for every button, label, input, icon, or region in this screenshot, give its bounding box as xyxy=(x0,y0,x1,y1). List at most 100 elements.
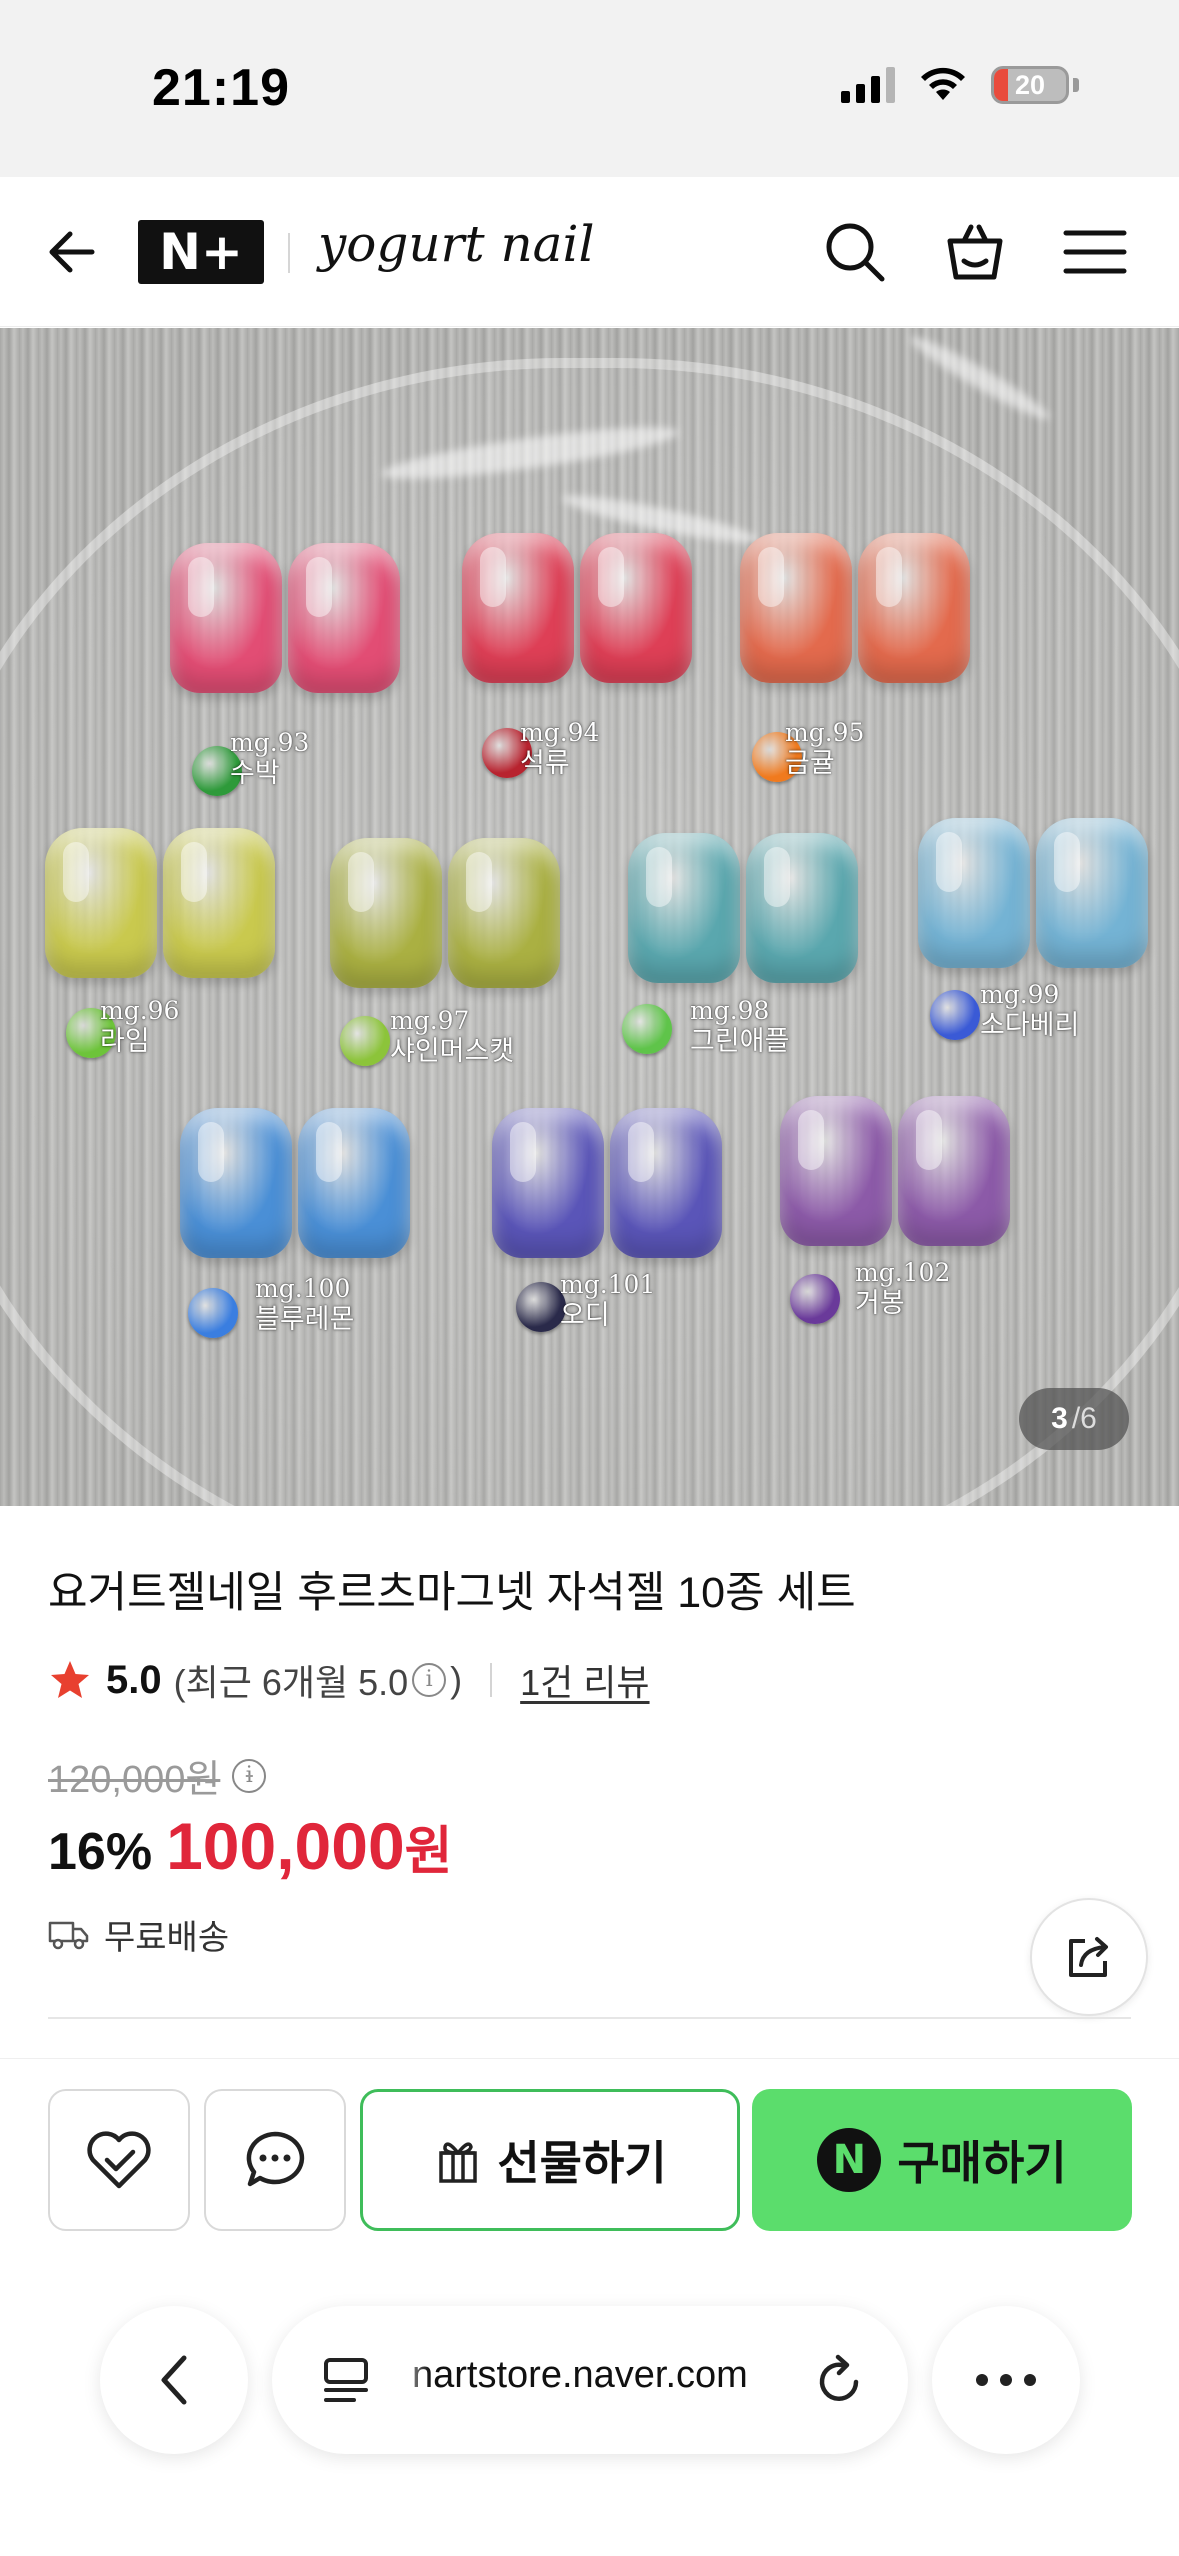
chat-bubble-icon xyxy=(246,2131,305,2187)
swatch-label: mg.99 소다베리 xyxy=(980,980,1079,1040)
heart-check-icon xyxy=(87,2131,151,2189)
swatch-code: mg.93 xyxy=(230,728,310,757)
sale-price: 100,000 xyxy=(166,1809,405,1883)
nail-tip xyxy=(180,1108,292,1258)
glass-shine xyxy=(905,329,1055,427)
delivery-text: 무료배송 xyxy=(104,1919,230,1957)
url-text: nartstore.naver.com xyxy=(412,2354,748,2396)
back-arrow-icon[interactable] xyxy=(40,219,106,285)
wifi-icon xyxy=(921,67,965,100)
swatch-name: 블루레몬 xyxy=(255,1304,355,1334)
review-link[interactable]: 1건 리뷰 xyxy=(520,1654,649,1706)
swatch-code: mg.95 xyxy=(785,718,865,747)
naver-plus-logo[interactable]: N+ xyxy=(138,220,264,284)
nail-tip xyxy=(462,533,574,683)
swatch-name: 라임 xyxy=(100,1026,150,1056)
swatch-label: mg.98 그린애플 xyxy=(690,996,789,1056)
buy-button[interactable]: N 구매하기 xyxy=(752,2089,1132,2231)
swatch-code: mg.99 xyxy=(980,980,1060,1009)
browser-more-button[interactable] xyxy=(932,2306,1080,2454)
product-image-carousel[interactable]: mg.93 수박 mg.94 석류 mg.95 금귤 mg.96 라임 mg.97 샤인머스캣 mg… xyxy=(0,328,1179,1506)
swatch-name: 수박 xyxy=(230,758,280,788)
swatch-name: 금귤 xyxy=(785,748,835,778)
fruit-icon xyxy=(516,1282,566,1332)
gift-button[interactable]: 선물하기 xyxy=(360,2089,740,2231)
reload-icon[interactable] xyxy=(812,2352,868,2408)
swatch-name: 소다베리 xyxy=(980,1010,1080,1040)
nail-tip xyxy=(163,828,275,978)
status-bar: 21:19 20 xyxy=(0,0,1179,177)
nail-tip xyxy=(288,543,400,693)
gift-icon xyxy=(439,2142,478,2183)
fruit-icon xyxy=(622,1004,672,1054)
rating-row: 5.0 (최근 6개월 5.0 i ) 1건 리뷰 xyxy=(48,1655,650,1705)
fruit-icon xyxy=(790,1274,840,1324)
swatch-name: 석류 xyxy=(520,748,570,778)
page-menu-icon[interactable] xyxy=(320,2354,372,2406)
nail-tip xyxy=(580,533,692,683)
star-icon xyxy=(51,1661,89,1698)
swatch-name: 그린애플 xyxy=(690,1026,790,1056)
price-info-icon[interactable]: i xyxy=(232,1758,267,1793)
shopping-bag-icon[interactable] xyxy=(940,217,1010,287)
nail-tip xyxy=(170,543,282,693)
browser-back-button[interactable] xyxy=(100,2306,248,2454)
brand-logo[interactable]: yogurt nail xyxy=(318,215,594,273)
nail-tip xyxy=(610,1108,722,1258)
nail-tip xyxy=(746,833,858,983)
swatch-code: mg.101 xyxy=(560,1270,656,1299)
swatch-label: mg.95 금귤 xyxy=(785,718,864,778)
wishlist-button[interactable] xyxy=(48,2089,190,2231)
image-page-indicator: 3/6 xyxy=(1019,1388,1129,1450)
info-icon[interactable]: i xyxy=(412,1663,447,1697)
chevron-left-icon xyxy=(161,2355,187,2405)
swatch-label: mg.102 거봉 xyxy=(855,1258,950,1318)
swatch-label: mg.94 석류 xyxy=(520,718,599,778)
swatch-code: mg.96 xyxy=(100,996,180,1025)
fruit-icon xyxy=(930,990,980,1040)
status-icons: 20 xyxy=(841,66,1079,104)
nail-tip xyxy=(628,833,740,983)
store-header: N+ yogurt nail xyxy=(0,177,1179,327)
logo-divider xyxy=(288,233,290,273)
nail-tip xyxy=(298,1108,410,1258)
cellular-signal-icon xyxy=(841,67,895,103)
rating-recent: (최근 6개월 5.0 xyxy=(173,1662,409,1703)
status-time: 21:19 xyxy=(152,59,290,117)
gift-label: 선물하기 xyxy=(497,2137,667,2189)
swatch-name: 샤인머스캣 xyxy=(390,1036,515,1066)
rating-recent-close: ) xyxy=(450,1659,463,1700)
swatch-code: mg.94 xyxy=(520,718,600,747)
rating-score: 5.0 xyxy=(106,1657,162,1702)
address-bar[interactable]: nartstore.naver.com xyxy=(272,2306,908,2454)
nail-tip xyxy=(45,828,157,978)
fruit-icon xyxy=(188,1288,238,1338)
search-icon[interactable] xyxy=(820,217,890,287)
more-dots-icon xyxy=(976,2374,1036,2386)
naver-pay-badge: N xyxy=(817,2128,882,2192)
swatch-code: mg.98 xyxy=(690,996,770,1025)
purchase-action-bar: 선물하기 N 구매하기 xyxy=(0,2058,1179,2318)
talk-button[interactable] xyxy=(204,2089,346,2231)
nail-tip xyxy=(330,838,442,988)
delivery-truck-icon xyxy=(48,1921,89,1949)
section-divider xyxy=(48,2017,1131,2019)
nail-tip xyxy=(918,818,1030,968)
buy-label: 구매하기 xyxy=(897,2137,1067,2189)
product-title: 요거트젤네일 후르츠마그넷 자석젤 10종 세트 xyxy=(48,1569,856,1617)
battery-tip xyxy=(1073,78,1079,92)
nail-tip xyxy=(780,1096,892,1246)
swatch-label: mg.96 라임 xyxy=(100,996,179,1056)
original-price-text: 120,000원 xyxy=(48,1759,221,1801)
menu-icon[interactable] xyxy=(1060,217,1130,287)
swatch-label: mg.93 수박 xyxy=(230,728,309,788)
share-button[interactable] xyxy=(1030,1898,1148,2016)
url-fade xyxy=(390,2336,430,2426)
fruit-icon xyxy=(340,1016,390,1066)
nail-tip xyxy=(492,1108,604,1258)
rating-divider xyxy=(490,1663,493,1697)
original-price: 120,000원 i xyxy=(48,1748,270,1803)
currency-unit: 원 xyxy=(404,1823,453,1881)
nail-tip xyxy=(740,533,852,683)
swatch-code: mg.97 xyxy=(390,1006,470,1035)
